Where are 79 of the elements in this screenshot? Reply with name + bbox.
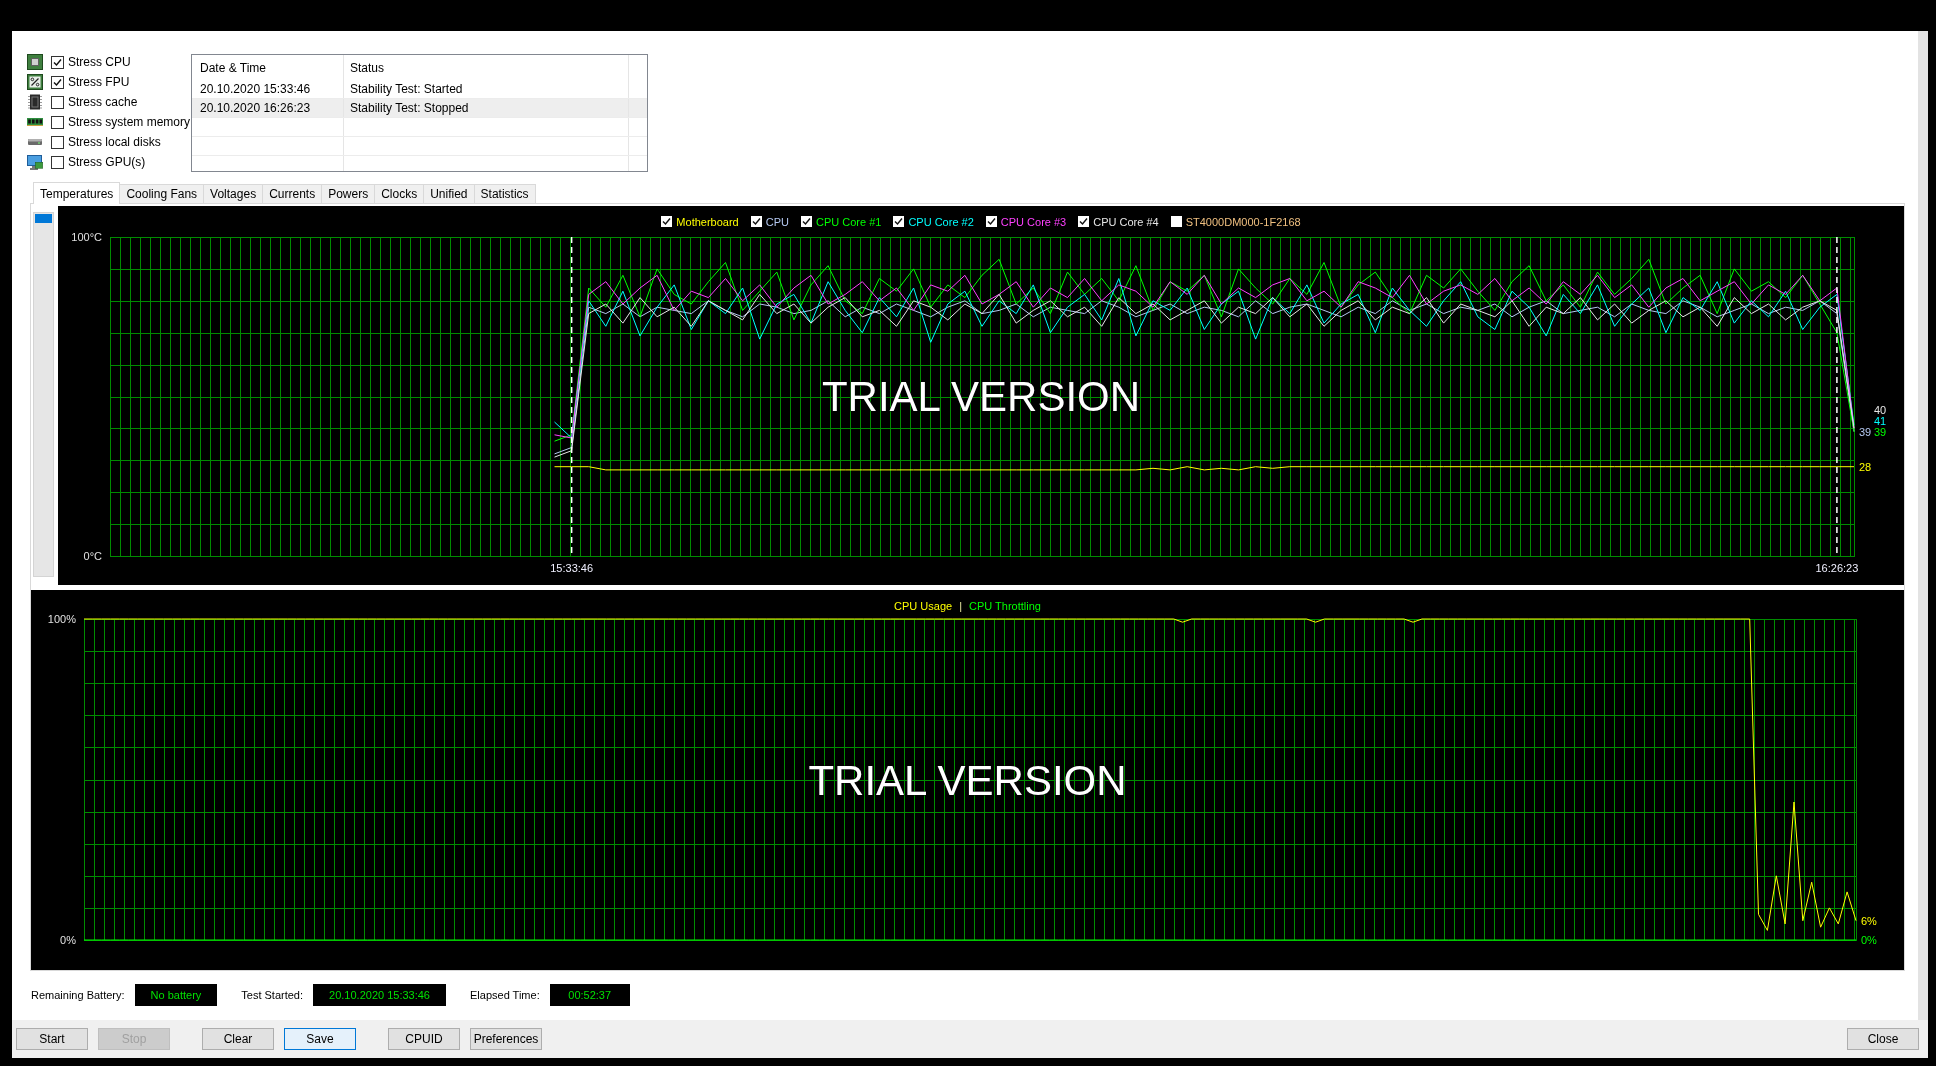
checkbox-label[interactable]: Stress local disks xyxy=(68,135,161,149)
tab[interactable]: Unified xyxy=(423,184,475,203)
axis-label: 100% xyxy=(47,613,76,625)
legend-checkbox[interactable] xyxy=(661,216,673,227)
scrollbar[interactable] xyxy=(33,212,54,577)
tab[interactable]: Powers xyxy=(321,184,376,203)
legend-label: CPU Core #3 xyxy=(1000,215,1067,228)
checkbox[interactable] xyxy=(51,75,64,89)
checkbox[interactable] xyxy=(51,135,64,149)
value-label: 39 xyxy=(1859,425,1872,438)
value-label: 41 xyxy=(1874,415,1887,428)
checkbox-label[interactable]: Stress system memory xyxy=(68,115,190,129)
legend-checkbox[interactable] xyxy=(893,216,905,227)
chip-icon xyxy=(27,54,43,70)
monitor-icon xyxy=(27,154,43,170)
axis-label: 15:33:46 xyxy=(550,562,594,574)
percent-chip-icon xyxy=(27,74,43,90)
checkbox[interactable] xyxy=(51,155,64,169)
legend-checkbox[interactable] xyxy=(985,216,997,227)
legend-checkbox[interactable] xyxy=(750,216,762,227)
trial-version-text: TRIAL VERSION xyxy=(808,757,1127,804)
table-cell: Stability Test: Started xyxy=(344,80,629,98)
tab[interactable]: Statistics xyxy=(473,184,536,203)
checkbox-label[interactable]: Stress CPU xyxy=(68,55,131,69)
checkbox[interactable] xyxy=(51,55,64,69)
tab[interactable]: Currents xyxy=(262,184,323,203)
trial-version-text: TRIAL VERSION xyxy=(821,372,1141,420)
axis-label: 0°C xyxy=(83,550,102,562)
legend-label: CPU Usage xyxy=(894,599,953,612)
checkbox-label[interactable]: Stress FPU xyxy=(68,75,130,89)
cpuid-button[interactable]: CPUID xyxy=(388,1028,460,1050)
legend-label: CPU Throttling xyxy=(969,599,1041,612)
checkbox[interactable] xyxy=(51,95,64,109)
disk-drive-icon xyxy=(28,139,42,145)
legend-checkbox[interactable] xyxy=(1170,216,1182,227)
legend-label: ST4000DM000-1F2168 xyxy=(1185,215,1301,228)
value-label: 40 xyxy=(1874,404,1887,417)
save-button[interactable]: Save xyxy=(284,1028,356,1050)
legend-label: Motherboard xyxy=(676,215,739,228)
value-label: 0% xyxy=(1861,934,1877,946)
legend-label: CPU xyxy=(765,215,789,228)
value-label: 6% xyxy=(1861,914,1877,927)
clear-button[interactable]: Clear xyxy=(202,1028,274,1050)
memory-chip-icon xyxy=(28,94,42,110)
start-button[interactable]: Start xyxy=(16,1028,88,1050)
legend-label: CPU Core #2 xyxy=(908,215,974,228)
column-header[interactable]: Status xyxy=(344,55,629,80)
status-label: Elapsed Time: xyxy=(470,989,540,1001)
column-header[interactable]: Date & Time xyxy=(192,55,344,80)
status-display: 00:52:37 xyxy=(549,984,630,1006)
tab[interactable]: Voltages xyxy=(203,184,264,203)
status-label: Test Started: xyxy=(241,989,304,1001)
log-row[interactable]: 20.10.2020 16:26:23 Stability Test: Stopped xyxy=(192,99,647,118)
table-cell: 20.10.2020 16:26:23 xyxy=(192,99,344,117)
status-display: 20.10.2020 15:33:46 xyxy=(313,984,446,1006)
axis-label: 100°C xyxy=(71,231,102,243)
status-display: No battery xyxy=(134,984,218,1006)
axis-label: 16:26:23 xyxy=(1815,562,1859,574)
value-label: 28 xyxy=(1859,460,1872,473)
tab[interactable]: Clocks xyxy=(374,184,425,203)
legend-checkbox[interactable] xyxy=(1078,216,1090,227)
close-button[interactable]: Close xyxy=(1847,1028,1919,1050)
tab[interactable]: Cooling Fans xyxy=(119,184,205,203)
checkbox-label[interactable]: Stress GPU(s) xyxy=(68,155,146,169)
legend-checkbox[interactable] xyxy=(800,216,812,227)
status-label: Remaining Battery: xyxy=(31,989,125,1001)
tab[interactable]: Temperatures xyxy=(33,182,121,204)
value-label: 39 xyxy=(1874,425,1887,438)
table-cell: 20.10.2020 15:33:46 xyxy=(192,80,344,98)
legend-separator: | xyxy=(959,599,962,612)
checkbox[interactable] xyxy=(51,115,64,129)
scrollbar-thumb[interactable] xyxy=(35,214,52,223)
legend-label: CPU Core #4 xyxy=(1093,215,1159,228)
axis-label: 0% xyxy=(60,934,76,946)
table-cell: Stability Test: Stopped xyxy=(344,99,629,117)
ram-module-icon xyxy=(27,118,43,126)
checkbox-label[interactable]: Stress cache xyxy=(68,95,138,109)
legend-label: CPU Core #1 xyxy=(815,215,882,228)
preferences-button[interactable]: Preferences xyxy=(470,1028,542,1050)
